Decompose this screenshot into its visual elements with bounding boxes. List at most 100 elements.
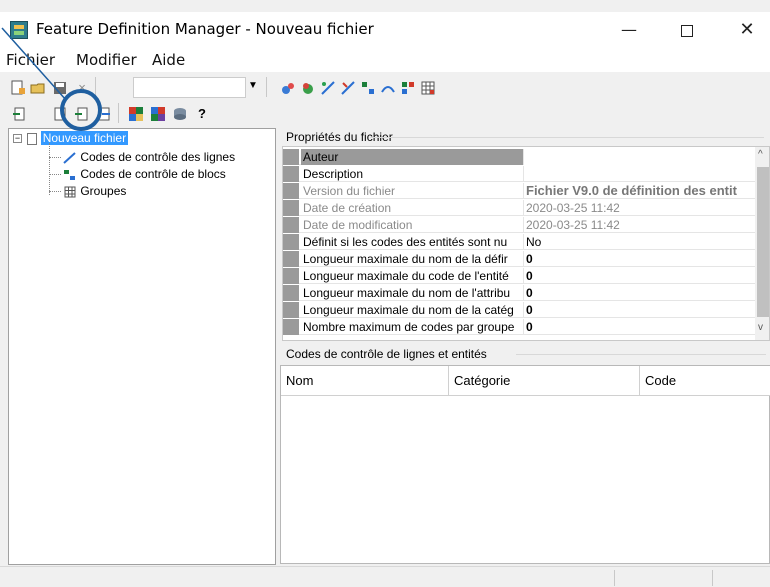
property-row: Date de modification 2020-03-25 11:42 <box>283 217 755 233</box>
minimize-button[interactable]: — <box>606 12 652 48</box>
property-row[interactable]: Nombre maximum de codes par groupe 0 <box>283 319 755 335</box>
tree-item-line-codes[interactable]: Codes de contrôle des lignes <box>63 150 235 164</box>
toolbar-separator <box>118 103 119 123</box>
property-value[interactable]: 0 <box>523 319 755 335</box>
property-row[interactable]: Longueur maximale du nom de la défir 0 <box>283 251 755 267</box>
color-palette-icon[interactable] <box>128 106 144 122</box>
row-gutter <box>283 234 299 250</box>
tree-root[interactable]: − Nouveau fichier <box>13 131 129 145</box>
line-code-2-icon[interactable] <box>340 80 356 96</box>
row-gutter <box>283 149 299 165</box>
property-name: Longueur maximale du nom de l'attribu <box>303 286 511 300</box>
row-gutter <box>283 268 299 284</box>
tree-connector <box>49 157 61 158</box>
property-value: 2020-03-25 11:42 <box>523 200 755 216</box>
property-value[interactable]: 0 <box>523 251 755 267</box>
tree-connector <box>49 143 50 195</box>
secondary-toolbar: ? <box>0 102 770 126</box>
toolbar-separator <box>266 77 267 97</box>
tree-root-label[interactable]: Nouveau fichier <box>40 131 129 145</box>
line-code-icon <box>63 152 76 164</box>
status-bar <box>0 566 770 587</box>
codes-table-header: Nom Catégorie Code <box>281 366 770 396</box>
status-separator <box>614 570 615 586</box>
tree-item-label: Codes de contrôle de blocs <box>80 167 226 181</box>
code-combo-box[interactable] <box>133 77 246 98</box>
scroll-up-icon[interactable]: ^ <box>758 149 763 160</box>
column-header-categorie[interactable]: Catégorie <box>449 366 640 396</box>
property-value[interactable]: 0 <box>523 285 755 301</box>
tree-item-block-codes[interactable]: Codes de contrôle de blocs <box>63 167 226 181</box>
property-value[interactable] <box>523 166 755 182</box>
property-name: Date de création <box>303 201 392 215</box>
title-bar: Feature Definition Manager - Nouveau fic… <box>0 12 770 48</box>
row-gutter <box>283 251 299 267</box>
group-divider <box>370 137 764 138</box>
codes-table: Nom Catégorie Code <box>280 365 770 564</box>
property-name: Nombre maximum de codes par groupe <box>303 320 515 334</box>
grid-icon[interactable] <box>420 80 436 96</box>
maximize-icon <box>681 24 693 37</box>
property-row[interactable]: Auteur <box>283 149 755 165</box>
curve-code-icon[interactable] <box>380 80 396 96</box>
database-icon[interactable] <box>172 106 188 122</box>
maximize-button[interactable] <box>664 12 710 48</box>
row-gutter <box>283 217 299 233</box>
line-code-icon[interactable] <box>320 80 336 96</box>
tree-connector <box>49 174 61 175</box>
menu-aide[interactable]: Aide <box>152 51 185 69</box>
scroll-down-icon[interactable]: v <box>758 322 763 333</box>
property-name: Longueur maximale du nom de la catég <box>303 303 514 317</box>
property-name: Longueur maximale du nom de la défir <box>303 252 508 266</box>
property-scrollbar[interactable]: ^ v <box>755 147 769 340</box>
column-header-nom[interactable]: Nom <box>281 366 449 396</box>
block-code-icon <box>64 169 75 180</box>
property-value: Fichier V9.0 de définition des entit <box>523 183 755 199</box>
block-code-2-icon[interactable] <box>400 80 416 96</box>
feature-tool-2-icon[interactable] <box>300 80 316 96</box>
property-name: Définit si les codes des entités sont nu <box>303 235 508 249</box>
property-row: Version du fichier Fichier V9.0 de défin… <box>283 183 755 199</box>
tree-item-label: Groupes <box>80 184 127 198</box>
file-icon <box>27 132 38 145</box>
feature-tool-1-icon[interactable] <box>280 80 296 96</box>
row-gutter <box>283 183 299 199</box>
main-toolbar: × ▼ <box>0 74 770 102</box>
property-row[interactable]: Longueur maximale du code de l'entité 0 <box>283 268 755 284</box>
property-row[interactable]: Longueur maximale du nom de l'attribu 0 <box>283 285 755 301</box>
property-value[interactable]: 0 <box>523 302 755 318</box>
codes-section-label: Codes de contrôle de lignes et entités <box>286 347 487 361</box>
property-row[interactable]: Longueur maximale du nom de la catég 0 <box>283 302 755 318</box>
block-code-icon[interactable] <box>360 80 376 96</box>
property-name: Auteur <box>301 149 523 165</box>
tree-connector <box>49 191 61 192</box>
color-palette-2-icon[interactable] <box>150 106 166 122</box>
property-value[interactable]: 0 <box>523 268 755 284</box>
row-gutter <box>283 319 299 335</box>
row-gutter <box>283 302 299 318</box>
close-window-button[interactable]: ✕ <box>724 12 770 48</box>
property-name: Version du fichier <box>303 184 396 198</box>
scrollbar-thumb[interactable] <box>757 167 769 317</box>
property-grid: Auteur Description Version du fichier Fi… <box>282 146 770 341</box>
help-icon[interactable]: ? <box>194 106 210 122</box>
property-row[interactable]: Définit si les codes des entités sont nu… <box>283 234 755 250</box>
menu-modifier[interactable]: Modifier <box>76 51 137 69</box>
status-separator <box>712 570 713 586</box>
highlight-circle <box>60 89 102 131</box>
row-gutter <box>283 200 299 216</box>
row-gutter <box>283 285 299 301</box>
property-value[interactable]: No <box>523 234 755 250</box>
collapse-icon[interactable]: − <box>13 134 22 144</box>
tree-item-groups[interactable]: Groupes <box>63 184 126 198</box>
chevron-down-icon[interactable]: ▼ <box>248 80 258 91</box>
grid-icon <box>64 186 76 198</box>
menu-bar: Fichier Modifier Aide <box>0 48 770 72</box>
property-value: 2020-03-25 11:42 <box>523 217 755 233</box>
window-title: Feature Definition Manager - Nouveau fic… <box>36 20 374 38</box>
property-name: Date de modification <box>303 218 413 232</box>
property-row[interactable]: Description <box>283 166 755 182</box>
column-header-code[interactable]: Code <box>640 366 770 396</box>
tree-item-label: Codes de contrôle des lignes <box>80 150 236 164</box>
property-value[interactable] <box>523 149 755 165</box>
